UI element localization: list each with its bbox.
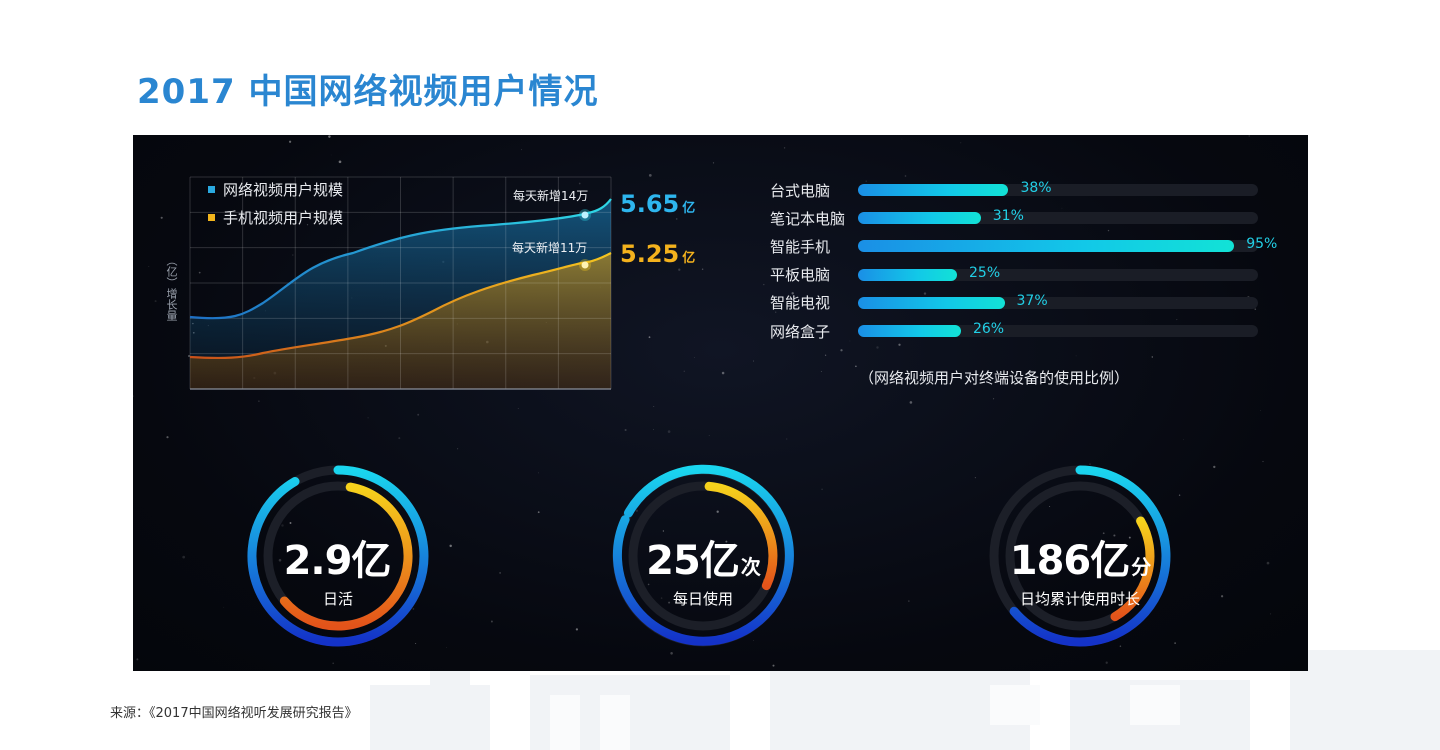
stat-value: 186亿分 [1009,538,1152,584]
stat-label: 每日使用 [672,590,733,608]
stat-label: 日均累计使用时长 [1019,590,1140,608]
infographic-panel: 网络视频用户规模 手机视频用户规模 （亿）增长量 每天新增14万 每天新增11万… [133,135,1308,671]
stat-daily-active: 2.9亿 日活 [258,528,418,609]
stat-value: 2.9亿 [283,538,392,584]
stat-daily-uses: 25亿次 每日使用 [623,528,783,609]
source-note: 来源：《2017中国网络视听发展研究报告》 [110,706,358,721]
stat-label: 日活 [322,590,353,608]
page-title: 2017 中国网络视频用户情况 [137,72,599,112]
stat-daily-duration: 186亿分 日均累计使用时长 [990,528,1170,609]
stat-value: 25亿次 [646,538,761,584]
